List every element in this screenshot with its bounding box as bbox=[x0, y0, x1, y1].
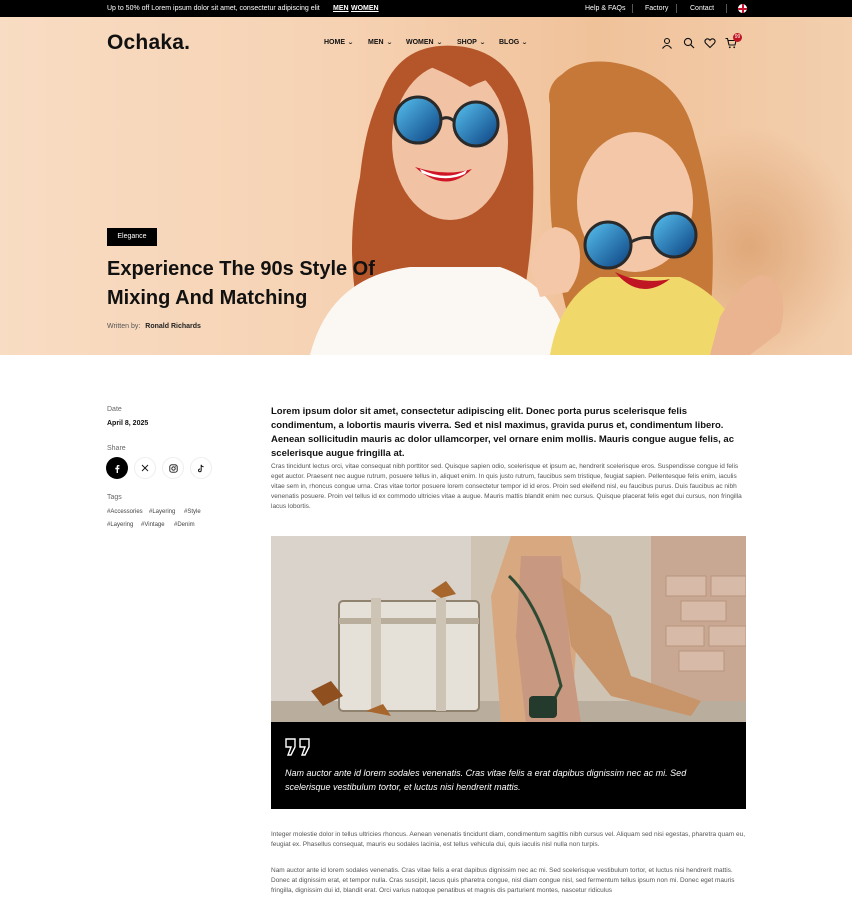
chevron-down-icon: ⌄ bbox=[385, 40, 393, 46]
uk-flag-icon[interactable] bbox=[738, 4, 747, 13]
nav-blog-label: BLOG bbox=[499, 39, 520, 46]
page-title: Experience The 90s Style Of Mixing And M… bbox=[107, 258, 375, 309]
nav-home[interactable]: HOME ⌄ bbox=[324, 39, 354, 46]
heart-icon[interactable] bbox=[704, 37, 716, 49]
tags-label: Tags bbox=[107, 494, 122, 501]
help-faqs-link[interactable]: Help & FAQs bbox=[585, 5, 625, 12]
chevron-down-icon: ⌄ bbox=[347, 40, 354, 46]
cart-count-badge: 99 bbox=[733, 33, 742, 42]
tag-link[interactable]: #Accessories bbox=[107, 509, 143, 515]
nav-men-label: MEN bbox=[368, 39, 384, 46]
tiktok-icon bbox=[197, 464, 204, 472]
date-label: Date bbox=[107, 406, 122, 413]
byline: Written by: Ronald Richards bbox=[107, 323, 201, 330]
article-paragraph: Integer molestie dolor in tellus ultrici… bbox=[271, 831, 746, 848]
promo-link-women[interactable]: WOMEN bbox=[351, 5, 379, 12]
nav-blog[interactable]: BLOG ⌄ bbox=[499, 39, 529, 46]
tag-link[interactable]: #Denim bbox=[174, 522, 195, 528]
chevron-down-icon: ⌄ bbox=[521, 40, 529, 46]
share-label: Share bbox=[107, 445, 126, 452]
nav-shop[interactable]: SHOP ⌄ bbox=[457, 39, 486, 46]
tag-link[interactable]: #Vintage bbox=[141, 522, 165, 528]
promo-link-men[interactable]: MEN bbox=[333, 5, 349, 12]
nav-home-label: HOME bbox=[324, 39, 345, 46]
announcement-bar: Up to 50% off Lorem ipsum dolor sit amet… bbox=[0, 0, 852, 17]
chevron-down-icon: ⌄ bbox=[479, 40, 486, 46]
tag-link[interactable]: #Layering bbox=[149, 509, 175, 515]
blockquote: Nam auctor ante id lorem sodales venenat… bbox=[271, 722, 746, 809]
quote-icon bbox=[285, 738, 310, 756]
share-tiktok-button[interactable] bbox=[190, 457, 212, 479]
share-facebook-button[interactable] bbox=[106, 457, 128, 479]
contact-link[interactable]: Contact bbox=[690, 5, 714, 12]
divider bbox=[632, 4, 633, 13]
nav-women-label: WOMEN bbox=[406, 39, 434, 46]
category-tag[interactable]: Elegance bbox=[107, 228, 157, 246]
article-paragraph: Cras tincidunt lectus orci, vitae conseq… bbox=[271, 463, 742, 510]
date-value: April 8, 2025 bbox=[107, 420, 149, 427]
hero-banner: Ochaka. HOME ⌄ MEN ⌄ WOMEN ⌄ SHOP ⌄ BLOG ⌄ 99… bbox=[0, 17, 852, 355]
divider bbox=[676, 4, 677, 13]
facebook-icon bbox=[115, 464, 120, 473]
article-paragraph: Nam auctor ante id lorem sodales venenat… bbox=[271, 867, 735, 894]
article-lead: Lorem ipsum dolor sit amet, consectetur … bbox=[271, 406, 734, 459]
share-instagram-button[interactable] bbox=[162, 457, 184, 479]
factory-link[interactable]: Factory bbox=[645, 5, 668, 12]
author-name[interactable]: Ronald Richards bbox=[145, 323, 201, 330]
divider bbox=[726, 4, 727, 13]
quote-text: Nam auctor ante id lorem sodales venenat… bbox=[285, 768, 687, 792]
tag-link[interactable]: #Layering bbox=[107, 522, 133, 528]
search-icon[interactable] bbox=[683, 37, 695, 49]
nav-shop-label: SHOP bbox=[457, 39, 477, 46]
nav-men[interactable]: MEN ⌄ bbox=[368, 39, 392, 46]
nav-women[interactable]: WOMEN ⌄ bbox=[406, 39, 442, 46]
article-image bbox=[271, 536, 746, 723]
byline-label: Written by: bbox=[107, 323, 141, 330]
tag-link[interactable]: #Style bbox=[184, 509, 201, 515]
chevron-down-icon: ⌄ bbox=[435, 40, 443, 46]
promo-text: Up to 50% off Lorem ipsum dolor sit amet… bbox=[107, 5, 320, 12]
share-x-button[interactable] bbox=[134, 457, 156, 479]
user-icon[interactable] bbox=[661, 37, 673, 49]
instagram-icon bbox=[168, 463, 178, 473]
logo[interactable]: Ochaka. bbox=[107, 31, 190, 55]
x-icon bbox=[141, 464, 149, 472]
